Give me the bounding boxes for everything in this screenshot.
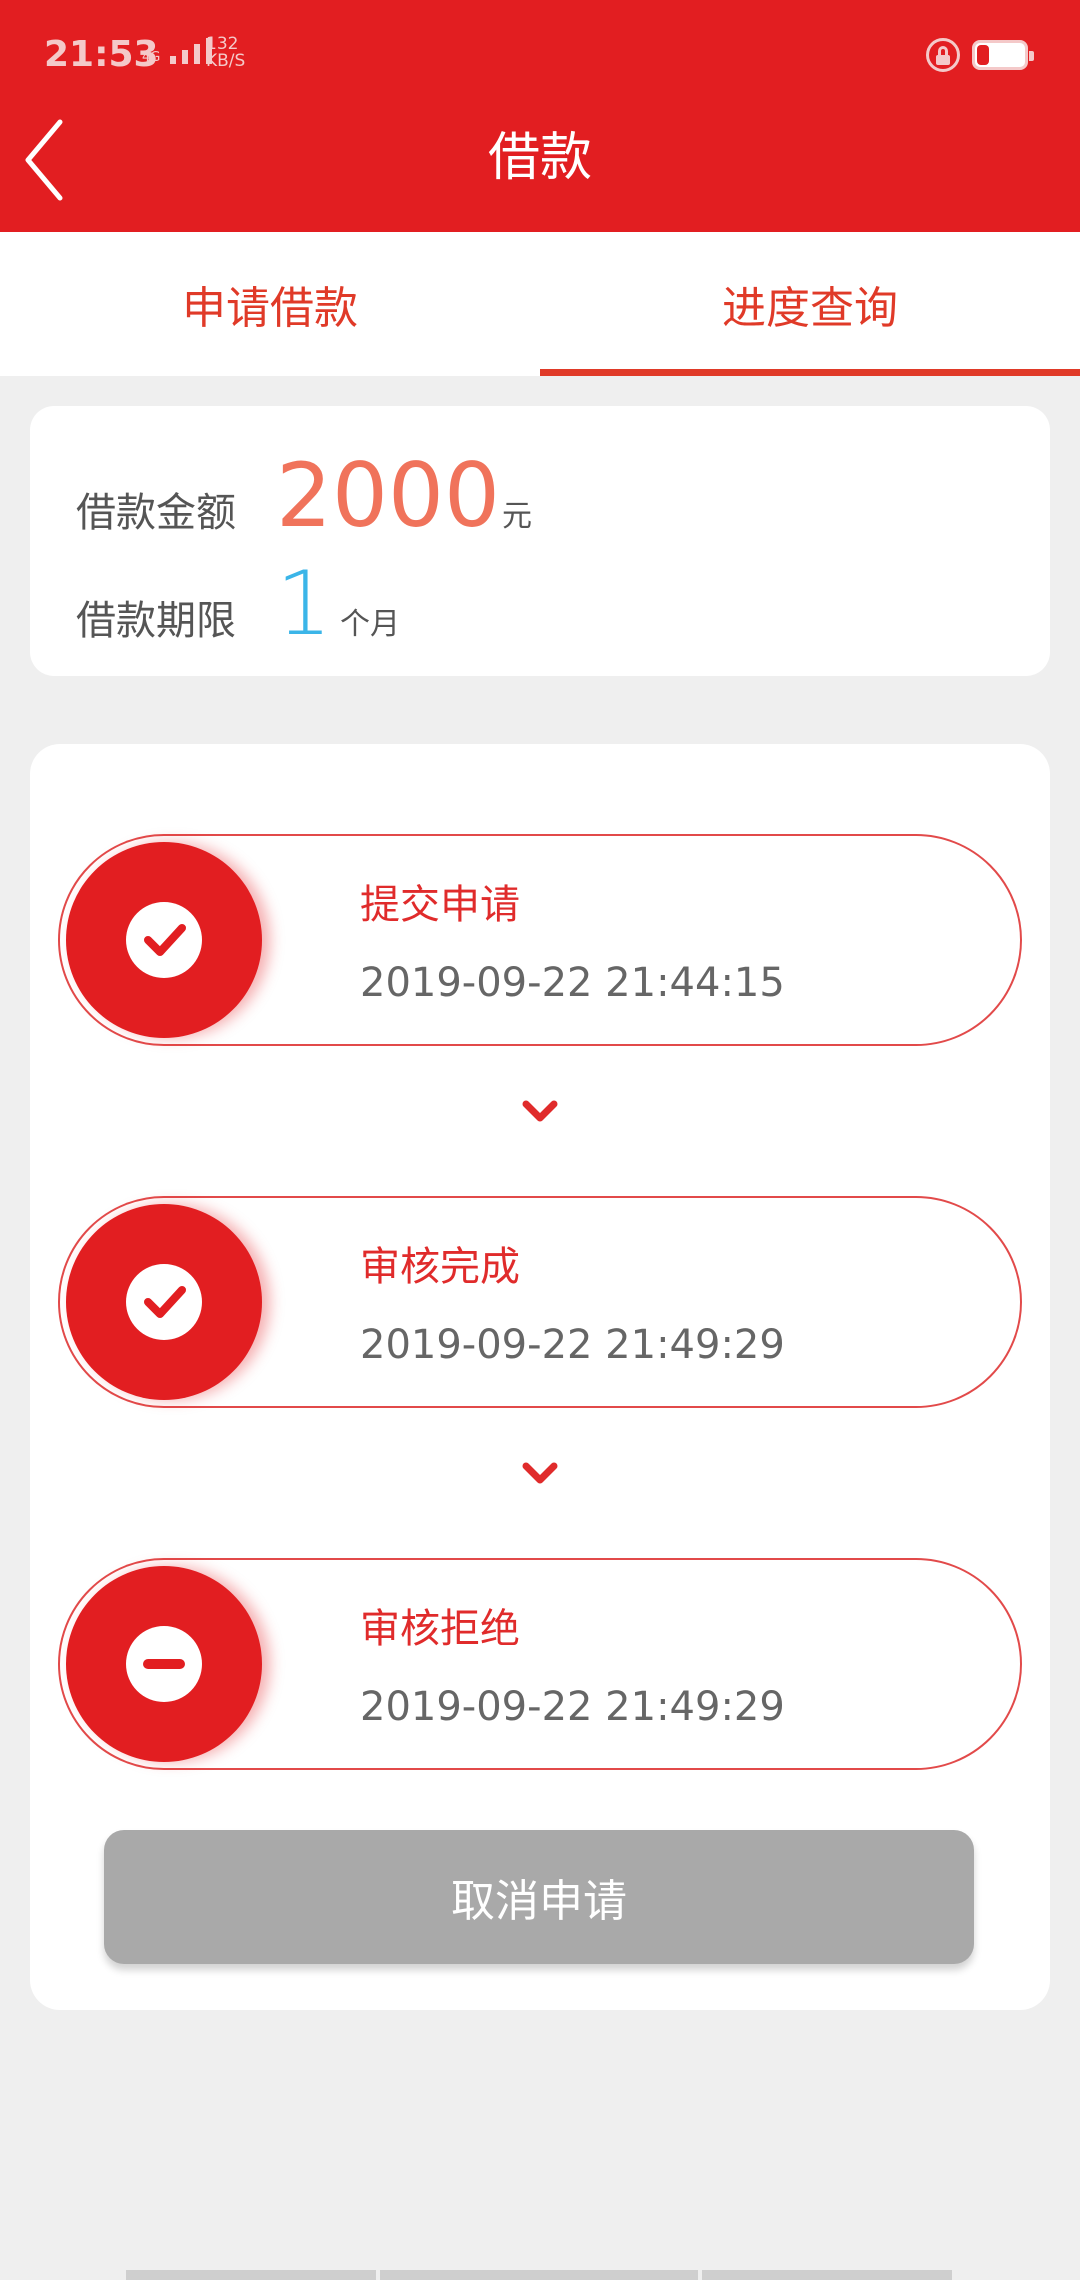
app-header: 21:53 4G 132 KB/S 借款: [0, 0, 1080, 232]
tab-apply-loan[interactable]: 申请借款: [0, 232, 540, 376]
progress-step: 审核完成 2019-09-22 21:49:29: [58, 1196, 1022, 1408]
step-time: 2019-09-22 21:49:29: [360, 1322, 785, 1368]
step-title: 审核完成: [360, 1244, 520, 1290]
tab-label: 申请借款: [182, 283, 358, 334]
step-title: 提交申请: [360, 882, 520, 928]
step-status-badge: [66, 1566, 262, 1762]
progress-step: 提交申请 2019-09-22 21:44:15: [58, 834, 1022, 1046]
nav-hint-bar: [380, 2270, 698, 2280]
loan-amount-label: 借款金额: [76, 490, 236, 536]
loan-term-label: 借款期限: [76, 598, 236, 644]
loan-amount-unit: 元: [501, 499, 532, 534]
battery-icon: [972, 40, 1034, 70]
loan-term-value: 1: [276, 552, 332, 655]
step-title: 审核拒绝: [360, 1606, 520, 1652]
loan-term-row: 借款期限 1 个月: [76, 556, 400, 652]
status-bar: 21:53 4G 132 KB/S: [0, 0, 1080, 110]
check-icon: [144, 1286, 186, 1318]
loan-amount-value: 2000: [276, 444, 500, 547]
tab-progress-query[interactable]: 进度查询: [540, 232, 1080, 376]
loan-amount-row: 借款金额 2000 元: [76, 448, 532, 544]
rotation-lock-icon: [926, 38, 960, 72]
step-status-badge: [66, 842, 262, 1038]
tab-bar: 申请借款 进度查询: [0, 232, 1080, 376]
chevron-down-icon: [522, 1100, 558, 1122]
progress-card: 提交申请 2019-09-22 21:44:15 审核完成 2019-09-22…: [30, 744, 1050, 2010]
minus-icon: [143, 1659, 185, 1669]
page-title: 借款: [487, 128, 592, 188]
step-time: 2019-09-22 21:44:15: [360, 960, 785, 1006]
tab-label: 进度查询: [722, 283, 898, 334]
loan-term-unit: 个月: [340, 607, 400, 642]
loan-summary-card: 借款金额 2000 元 借款期限 1 个月: [30, 406, 1050, 676]
check-icon: [144, 924, 186, 956]
step-time: 2019-09-22 21:49:29: [360, 1684, 785, 1730]
network-speed: 132 KB/S: [206, 36, 245, 70]
nav-hint-bar: [702, 2270, 952, 2280]
step-status-badge: [66, 1204, 262, 1400]
cancel-application-button[interactable]: 取消申请: [104, 1830, 974, 1964]
network-type: 4G: [142, 50, 161, 65]
nav-hint-bar: [126, 2270, 376, 2280]
signal-icon: 4G: [142, 38, 213, 65]
network-speed-unit: KB/S: [206, 51, 246, 71]
progress-step: 审核拒绝 2019-09-22 21:49:29: [58, 1558, 1022, 1770]
chevron-down-icon: [522, 1462, 558, 1484]
